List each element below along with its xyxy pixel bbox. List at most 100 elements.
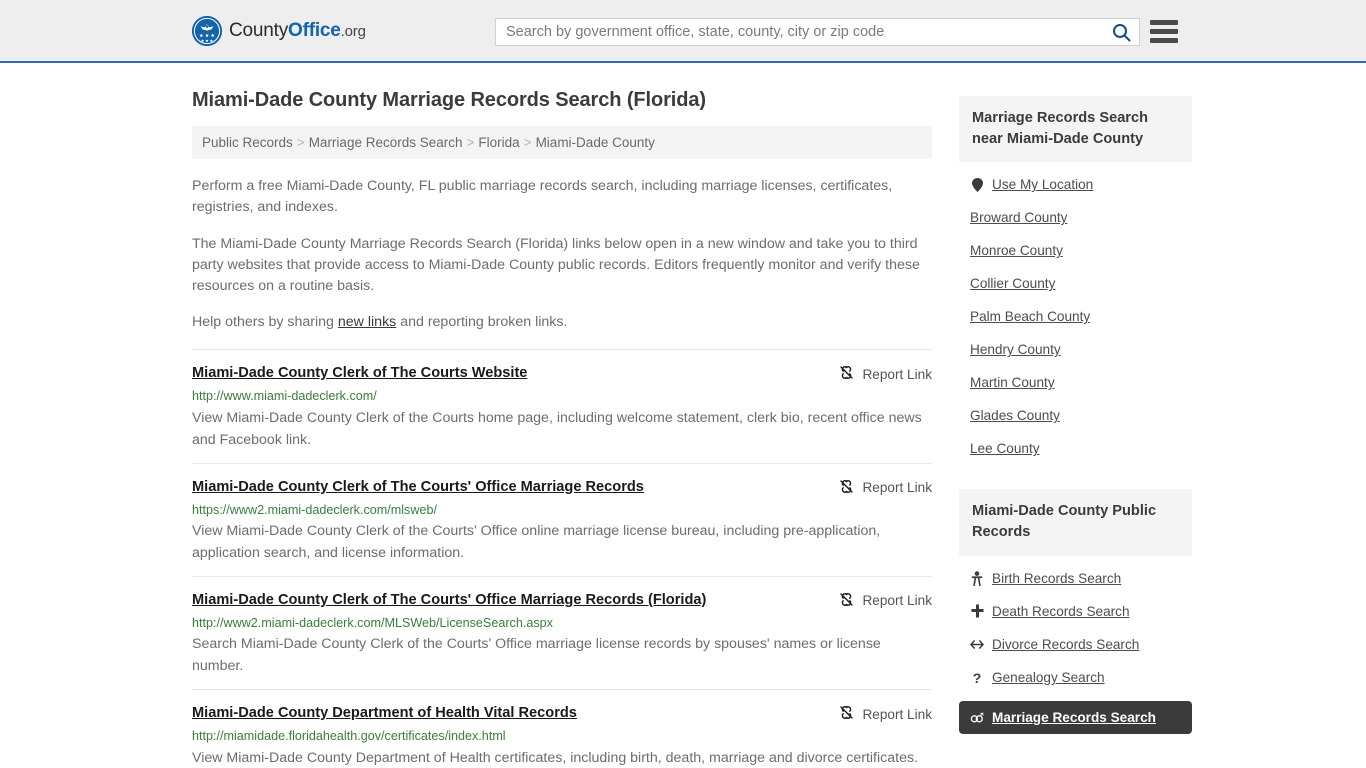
intro-paragraph-3: Help others by sharing new links and rep… — [192, 312, 932, 333]
sidebar: Marriage Records Search near Miami-Dade … — [959, 63, 1192, 734]
sidebar-nearby-item-label[interactable]: Lee County — [970, 441, 1040, 456]
report-link-label: Report Link — [862, 480, 932, 496]
breadcrumb-item-public-records[interactable]: Public Records — [202, 135, 293, 150]
breadcrumb-item-florida[interactable]: Florida — [478, 135, 519, 150]
question-mark-icon: ? — [972, 669, 982, 686]
rings-icon — [970, 712, 984, 723]
breadcrumb: Public Records > Marriage Records Search > F… — [192, 126, 932, 159]
eagle-seal-icon — [192, 15, 222, 46]
breadcrumb-separator: > — [296, 135, 305, 150]
result-description: View Miami-Dade County Clerk of the Cour… — [192, 409, 922, 448]
sidebar-nearby-item[interactable]: Lee County — [959, 432, 1192, 465]
sidebar-public-records-item[interactable]: Divorce Records Search — [959, 628, 1192, 661]
sidebar-public-records-list: Birth Records Search Death Records Search… — [959, 556, 1192, 734]
sidebar-public-records-title: Miami-Dade County Public Records — [959, 489, 1192, 556]
search-icon — [1112, 23, 1130, 41]
new-links-link[interactable]: new links — [338, 314, 396, 330]
sidebar-nearby-item[interactable]: Martin County — [959, 366, 1192, 399]
broken-link-icon — [840, 706, 854, 720]
breadcrumb-item-miami-dade-county[interactable]: Miami-Dade County — [536, 135, 655, 150]
sidebar-public-records-item[interactable]: Marriage Records Search — [959, 700, 1192, 734]
result-title-link[interactable]: Miami-Dade County Clerk of The Courts' O… — [192, 478, 644, 496]
sidebar-public-records-item-label[interactable]: Death Records Search — [992, 604, 1130, 619]
broken-link-icon — [839, 705, 854, 723]
report-link-button[interactable]: Report Link — [839, 591, 932, 610]
result-description: View Miami-Dade County Clerk of the Cour… — [192, 522, 881, 561]
intro-3-post: and reporting broken links. — [396, 314, 568, 331]
result-item: Miami-Dade County Clerk of The Courts We… — [192, 349, 932, 462]
site-header: CountyOffice.org — [0, 0, 1366, 63]
sidebar-nearby-item-label[interactable]: Glades County — [970, 408, 1060, 423]
sidebar-nearby-item-label[interactable]: Collier County — [970, 276, 1055, 291]
breadcrumb-separator: > — [466, 135, 475, 150]
sidebar-nearby-item[interactable]: Hendry County — [959, 333, 1192, 366]
sidebar-nearby-item-label[interactable]: Monroe County — [970, 243, 1063, 258]
sidebar-nearby-item[interactable]: Use My Location — [959, 168, 1192, 201]
report-link-button[interactable]: Report Link — [839, 364, 932, 383]
result-description: View Miami-Dade County Department of Hea… — [192, 749, 919, 766]
sidebar-nearby-item-label[interactable]: Use My Location — [992, 177, 1093, 192]
result-description: Search Miami-Dade County Clerk of the Co… — [192, 636, 881, 675]
broken-link-icon — [839, 592, 854, 610]
result-item: Miami-Dade County Clerk of The Courts' O… — [192, 575, 932, 689]
intro-paragraph-1: Perform a free Miami-Dade County, FL pub… — [192, 178, 893, 215]
result-title-link[interactable]: Miami-Dade County Clerk of The Courts We… — [192, 364, 527, 382]
sidebar-nearby-item-label[interactable]: Hendry County — [970, 342, 1061, 357]
sidebar-nearby-item-label[interactable]: Palm Beach County — [970, 309, 1090, 324]
result-url: http://www2.miami-dadeclerk.com/MLSWeb/L… — [192, 615, 553, 630]
sidebar-nearby-item[interactable]: Palm Beach County — [959, 300, 1192, 333]
report-link-label: Report Link — [862, 366, 932, 382]
report-link-button[interactable]: Report Link — [839, 704, 932, 723]
sidebar-public-records-item[interactable]: Death Records Search — [959, 595, 1192, 628]
sidebar-nearby-item[interactable]: Collier County — [959, 267, 1192, 300]
search-button[interactable] — [1103, 19, 1139, 45]
map-pin-icon — [970, 177, 984, 192]
result-header: Miami-Dade County Department of Health V… — [192, 704, 932, 723]
broken-link-icon — [840, 366, 854, 380]
search-input[interactable] — [496, 19, 1103, 45]
report-link-label: Report Link — [862, 706, 932, 722]
breadcrumb-item-marriage-records-search[interactable]: Marriage Records Search — [309, 135, 463, 150]
logo-text-county: County — [229, 19, 289, 41]
sidebar-public-records-item-label[interactable]: Genealogy Search — [992, 670, 1105, 685]
sidebar-nearby-list: Use My Location Broward County Monroe Coun… — [959, 162, 1192, 465]
page-body: Miami-Dade County Marriage Records Searc… — [0, 63, 1366, 768]
broken-link-icon — [839, 365, 854, 383]
sidebar-public-records-item[interactable]: Birth Records Search — [959, 562, 1192, 595]
broken-link-icon — [839, 479, 854, 497]
search-bar[interactable] — [495, 18, 1140, 46]
sidebar-nearby-title: Marriage Records Search near Miami-Dade … — [959, 96, 1192, 163]
result-url: https://www2.miami-dadeclerk.com/mlsweb/ — [192, 502, 437, 517]
sidebar-public-records-item[interactable]: ? Genealogy Search — [959, 661, 1192, 695]
intro-paragraph-2: The Miami-Dade County Marriage Records S… — [192, 235, 920, 294]
page-title: Miami-Dade County Marriage Records Searc… — [192, 89, 706, 111]
report-link-label: Report Link — [862, 593, 932, 609]
result-title-link[interactable]: Miami-Dade County Clerk of The Courts' O… — [192, 591, 706, 609]
sidebar-public-records-item-label[interactable]: Divorce Records Search — [992, 637, 1139, 652]
hamburger-bar — [1150, 20, 1178, 25]
sidebar-public-records-item-label[interactable]: Marriage Records Search — [992, 710, 1156, 725]
sidebar-nearby-item[interactable]: Glades County — [959, 399, 1192, 432]
hamburger-menu-icon[interactable] — [1150, 20, 1178, 43]
left-right-arrow-icon — [970, 639, 984, 650]
result-list: Miami-Dade County Clerk of The Courts We… — [192, 349, 932, 768]
site-logo[interactable]: CountyOffice.org — [192, 15, 366, 46]
result-header: Miami-Dade County Clerk of The Courts' O… — [192, 591, 932, 610]
result-title-link[interactable]: Miami-Dade County Department of Health V… — [192, 704, 577, 722]
report-link-button[interactable]: Report Link — [839, 478, 932, 497]
sidebar-nearby-item[interactable]: Broward County — [959, 201, 1192, 234]
sidebar-nearby-item-label[interactable]: Broward County — [970, 210, 1067, 225]
intro-3-pre: Help others by sharing — [192, 314, 338, 331]
result-url: http://miamidade.floridahealth.gov/certi… — [192, 729, 506, 744]
result-item: Miami-Dade County Department of Health V… — [192, 689, 932, 768]
broken-link-icon — [840, 479, 854, 493]
sidebar-nearby-item[interactable]: Monroe County — [959, 234, 1192, 267]
site-logo-text: CountyOffice.org — [229, 20, 366, 42]
logo-text-tld: .org — [340, 22, 366, 40]
logo-text-office: Office — [288, 19, 341, 41]
hamburger-bar — [1150, 29, 1178, 34]
sidebar-nearby-item-label[interactable]: Martin County — [970, 375, 1055, 390]
sidebar-public-records-item-label[interactable]: Birth Records Search — [992, 571, 1121, 586]
result-url: http://www.miami-dadeclerk.com/ — [192, 389, 377, 404]
main-content: Miami-Dade County Marriage Records Searc… — [192, 63, 932, 768]
